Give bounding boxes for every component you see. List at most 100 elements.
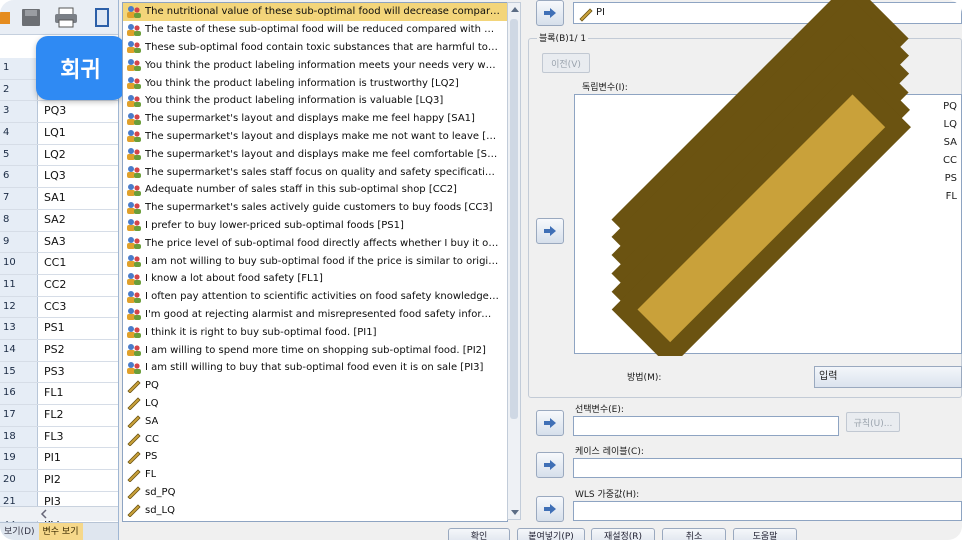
variable-list-item[interactable]: Adequate number of sales staff in this s… (123, 181, 507, 199)
selection-field[interactable] (573, 416, 839, 436)
editor-horizontal-scrollbar[interactable] (0, 506, 118, 521)
table-row[interactable]: 6 LQ3 (0, 166, 118, 189)
row-cell[interactable]: LQ2 (38, 144, 118, 166)
table-row[interactable]: 13 PS1 (0, 318, 118, 340)
variable-list-item[interactable]: The taste of these sub-optimal food will… (123, 21, 507, 39)
variable-list-item[interactable]: The supermarket's layout and displays ma… (123, 110, 507, 128)
variable-list-item[interactable]: The nutritional value of these sub-optim… (123, 3, 507, 21)
row-cell[interactable]: PQ3 (38, 101, 118, 123)
wls-field[interactable] (573, 501, 962, 521)
move-dependent-button[interactable] (536, 0, 564, 26)
variable-list-item[interactable]: I think it is right to buy sub-optimal f… (123, 323, 507, 341)
help-button[interactable]: 도움말 (733, 528, 797, 540)
variable-list-item[interactable]: I am not willing to buy sub-optimal food… (123, 252, 507, 270)
tab-variable-view[interactable]: 변수 보기 (38, 523, 83, 540)
row-cell[interactable]: PS1 (38, 318, 118, 339)
table-row[interactable]: 7 SA1 (0, 188, 118, 210)
variable-list-item[interactable]: The supermarket's layout and displays ma… (123, 128, 507, 146)
variable-list-item[interactable]: The supermarket's sales actively guide c… (123, 199, 507, 217)
variable-list-item[interactable]: I am still willing to buy that sub-optim… (123, 359, 507, 377)
row-cell[interactable]: FL2 (38, 405, 118, 426)
ok-button[interactable]: 확인 (448, 528, 510, 540)
table-row[interactable]: 5 LQ2 (0, 144, 118, 167)
scroll-up-icon[interactable] (511, 7, 519, 12)
variable-list-item[interactable]: The supermarket's layout and displays ma… (123, 145, 507, 163)
variable-list-item[interactable]: I often pay attention to scientific acti… (123, 288, 507, 306)
row-cell[interactable]: LQ1 (38, 123, 118, 144)
rule-button[interactable]: 규칙(U)... (846, 412, 900, 432)
variable-list-item[interactable]: You think the product labeling informati… (123, 56, 507, 74)
variable-list-item[interactable]: I prefer to buy lower-priced sub-optimal… (123, 217, 507, 235)
variable-list-item[interactable]: These sub-optimal food contain toxic sub… (123, 39, 507, 57)
row-cell[interactable]: PS3 (38, 361, 118, 383)
table-row[interactable]: 15 PS3 (0, 361, 118, 384)
variable-list-item[interactable]: LQ (123, 395, 507, 413)
row-cell[interactable]: PS2 (38, 339, 118, 361)
method-select[interactable]: 입력 (814, 366, 962, 388)
row-cell[interactable]: SA2 (38, 209, 118, 231)
table-row[interactable]: 12 CC3 (0, 296, 118, 319)
table-row[interactable]: 11 CC2 (0, 274, 118, 297)
variable-list-item[interactable]: SA (123, 412, 507, 430)
move-selection-button[interactable] (536, 410, 564, 436)
independent-list-item[interactable]: FL (579, 69, 957, 356)
table-row[interactable]: 18 FL3 (0, 426, 118, 449)
case-label-field[interactable] (573, 458, 962, 478)
row-number: 19 (0, 448, 38, 470)
move-case-label-button[interactable] (536, 452, 564, 478)
table-row[interactable]: 20 PI2 (0, 470, 118, 492)
row-cell[interactable]: CC2 (38, 274, 118, 296)
variable-list-item[interactable]: CC (123, 430, 507, 448)
table-row[interactable]: 16 FL1 (0, 383, 118, 405)
variable-list-item[interactable]: I'm good at rejecting alarmist and misre… (123, 306, 507, 324)
variable-list-item[interactable]: PS (123, 448, 507, 466)
row-number: 4 (0, 123, 38, 144)
nominal-variable-icon (127, 237, 141, 250)
row-cell[interactable]: CC3 (38, 296, 118, 318)
cancel-button[interactable]: 취소 (662, 528, 726, 540)
scroll-thumb[interactable] (510, 19, 518, 419)
variable-list-item[interactable]: I am willing to spend more time on shopp… (123, 341, 507, 359)
save-icon[interactable] (20, 6, 42, 28)
table-row[interactable]: 10 CC1 (0, 253, 118, 275)
table-row[interactable]: 9 SA3 (0, 231, 118, 254)
variable-list-item[interactable]: You think the product labeling informati… (123, 92, 507, 110)
tab-data-view[interactable]: 보기(D) (0, 523, 39, 540)
variable-list-item[interactable]: The price level of sub-optimal food dire… (123, 234, 507, 252)
nominal-variable-icon (127, 201, 141, 214)
scroll-down-icon[interactable] (511, 510, 519, 515)
print-icon[interactable] (54, 6, 77, 28)
table-row[interactable]: 8 SA2 (0, 209, 118, 232)
independent-list[interactable]: PQ LQ SA CC PS FL (574, 0, 962, 356)
variable-list-item[interactable]: sd_PQ (123, 484, 507, 502)
reset-button[interactable]: 재설정(R) (591, 528, 655, 540)
variable-list-item[interactable]: You think the product labeling informati… (123, 74, 507, 92)
row-cell[interactable]: SA3 (38, 231, 118, 253)
dialog-recall-icon[interactable] (94, 6, 116, 28)
row-cell[interactable]: CC1 (38, 253, 118, 274)
table-row[interactable]: 3 PQ3 (0, 101, 118, 124)
paste-button[interactable]: 붙여넣기(P) (517, 528, 585, 540)
variable-list-item[interactable]: sd_LQ (123, 501, 507, 519)
row-cell[interactable]: FL3 (38, 426, 118, 448)
table-row[interactable]: 17 FL2 (0, 405, 118, 427)
variable-list-item[interactable]: FL (123, 466, 507, 484)
move-wls-button[interactable] (536, 496, 564, 522)
move-independent-button[interactable] (536, 218, 564, 244)
row-cell[interactable]: PI2 (38, 470, 118, 491)
variable-source-list[interactable]: The nutritional value of these sub-optim… (122, 2, 508, 522)
row-cell[interactable]: SA1 (38, 188, 118, 209)
variable-list-item[interactable]: PQ (123, 377, 507, 395)
row-cell[interactable]: FL1 (38, 383, 118, 404)
table-row[interactable]: 4 LQ1 (0, 123, 118, 145)
open-icon[interactable] (0, 6, 22, 28)
row-number: 6 (0, 166, 38, 188)
row-cell[interactable]: PI1 (38, 448, 118, 470)
variable-list-scrollbar[interactable] (507, 2, 521, 520)
regression-back-button[interactable]: 회귀 (36, 36, 125, 100)
table-row[interactable]: 14 PS2 (0, 339, 118, 362)
table-row[interactable]: 19 PI1 (0, 448, 118, 471)
variable-list-item[interactable]: The supermarket's sales staff focus on q… (123, 163, 507, 181)
variable-list-item[interactable]: I know a lot about food safety [FL1] (123, 270, 507, 288)
row-cell[interactable]: LQ3 (38, 166, 118, 188)
